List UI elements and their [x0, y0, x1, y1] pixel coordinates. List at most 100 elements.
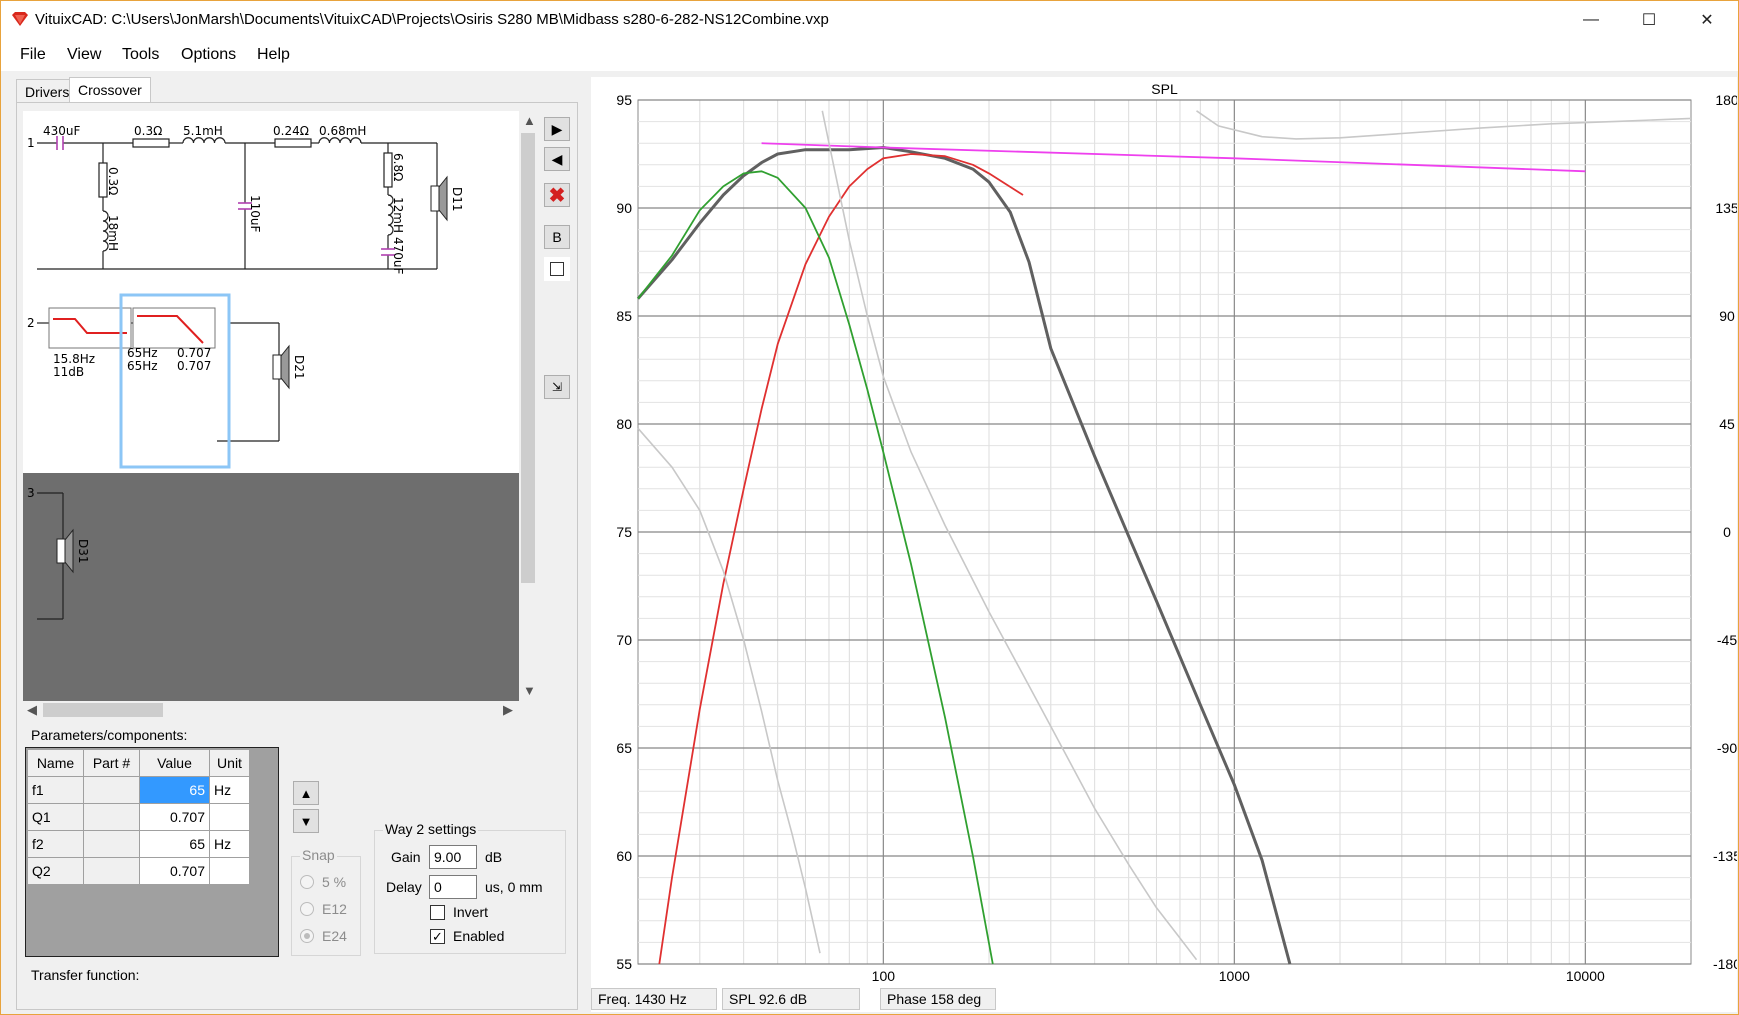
param-unit	[209, 803, 250, 831]
window-title: VituixCAD: C:\Users\JonMarsh\Documents\V…	[35, 11, 829, 28]
checkbox-icon	[550, 262, 564, 276]
y2-tick-label: 180	[1715, 92, 1737, 108]
way1-r1-label: 0.3Ω	[134, 124, 162, 138]
way3-disabled-region	[23, 473, 519, 701]
param-part[interactable]	[83, 776, 140, 804]
snap-option-5pct[interactable]: 5 %	[300, 874, 346, 890]
way1-number: 1	[27, 136, 35, 150]
value-down-button[interactable]: ▼	[293, 809, 319, 833]
y-tick-label: 55	[616, 956, 632, 972]
column-header-name: Name	[27, 749, 84, 777]
param-value[interactable]: 0.707	[139, 857, 210, 885]
param-value[interactable]: 65	[139, 776, 210, 804]
column-header-unit: Unit	[209, 749, 250, 777]
invert-checkbox[interactable]	[430, 905, 445, 920]
way2-hp-f2: 65Hz	[127, 359, 158, 373]
param-part[interactable]	[83, 803, 140, 831]
x-tick-label: 1000	[1219, 968, 1250, 983]
scrollbar-thumb[interactable]	[43, 703, 163, 717]
value-up-button[interactable]: ▲	[293, 781, 319, 805]
table-row[interactable]: f2 65 Hz	[27, 830, 250, 858]
scroll-down-icon[interactable]: ▼	[523, 683, 536, 698]
menu-options[interactable]: Options	[181, 46, 236, 64]
parameters-table-container: Name Part # Value Unit f1 65 Hz Q1 0.707	[25, 747, 279, 957]
way2-driver-label: D21	[292, 355, 306, 380]
way1-shunt-l-label: 18mH	[106, 215, 120, 251]
schematic-vertical-scrollbar[interactable]: ▲ ▼	[519, 111, 537, 701]
y2-tick-label: 0	[1723, 524, 1731, 540]
param-value[interactable]: 65	[139, 830, 210, 858]
schematic-canvas[interactable]: 1 430uF 0.3Ω 5.1mH 0.24Ω 0.68mH 0.3Ω 18m…	[23, 111, 519, 701]
way2-hp-q1: 0.707	[177, 346, 211, 360]
fit-view-button[interactable]: ⇲	[544, 375, 570, 399]
way1-inductors	[102, 137, 394, 252]
param-unit: Hz	[209, 776, 250, 804]
spl-chart-panel[interactable]: 95 90 85 80 75 70 65 60 55 180 135 90 45 0 -45 -90 -135 -…	[591, 77, 1737, 1012]
y2-tick-label: 45	[1719, 416, 1735, 432]
status-phase: Phase 158 deg	[880, 988, 996, 1010]
enabled-label: Enabled	[453, 928, 505, 944]
way1-c1-label: 430uF	[43, 124, 81, 138]
param-name: f1	[27, 776, 84, 804]
column-header-part: Part #	[83, 749, 140, 777]
y2-tick-label: -180	[1713, 956, 1737, 972]
app-logo-icon	[12, 12, 28, 26]
app-window: VituixCAD: C:\Users\JonMarsh\Documents\V…	[0, 0, 1739, 1015]
way1-l1-label: 5.1mH	[183, 124, 223, 138]
maximize-icon: ☐	[1641, 12, 1657, 29]
table-row[interactable]: Q1 0.707	[27, 803, 250, 831]
menu-view[interactable]: View	[67, 46, 101, 64]
menu-file[interactable]: File	[20, 46, 46, 64]
move-left-button[interactable]: ◀	[544, 147, 570, 171]
chart-title: SPL	[1151, 81, 1178, 97]
status-freq: Freq. 1430 Hz	[591, 988, 717, 1010]
y2-tick-label: -90	[1717, 740, 1737, 756]
param-name: Q1	[27, 803, 84, 831]
table-row[interactable]: Q2 0.707	[27, 857, 250, 885]
b-button[interactable]: B	[544, 225, 570, 249]
scroll-right-icon[interactable]: ▶	[503, 702, 513, 718]
arrow-right-icon: ▶	[551, 120, 563, 137]
scrollbar-thumb[interactable]	[521, 133, 535, 583]
arrow-left-icon: ◀	[551, 150, 563, 167]
delay-input[interactable]	[429, 875, 477, 899]
menu-tools[interactable]: Tools	[122, 46, 159, 64]
snap-option-e12[interactable]: E12	[300, 901, 347, 917]
y-tick-label: 90	[616, 200, 632, 216]
delete-button[interactable]: ✖	[544, 183, 570, 207]
snap-option-label: E12	[322, 901, 347, 917]
menu-help[interactable]: Help	[257, 46, 290, 64]
param-part[interactable]	[83, 830, 140, 858]
gain-unit: dB	[485, 849, 503, 865]
delay-unit: us, 0 mm	[485, 879, 543, 895]
maximize-button[interactable]: ☐	[1620, 1, 1678, 39]
enabled-checkbox[interactable]: ✓	[430, 929, 445, 944]
spl-chart[interactable]: 95 90 85 80 75 70 65 60 55 180 135 90 45 0 -45 -90 -135 -…	[591, 77, 1737, 983]
parameters-table: Name Part # Value Unit f1 65 Hz Q1 0.707	[27, 749, 250, 885]
gain-input[interactable]	[429, 845, 477, 869]
schematic-horizontal-scrollbar[interactable]: ◀ ▶	[23, 701, 519, 719]
x-tick-label: 10000	[1566, 968, 1605, 983]
title-bar: VituixCAD: C:\Users\JonMarsh\Documents\V…	[1, 1, 1738, 39]
scroll-left-icon[interactable]: ◀	[27, 702, 37, 718]
tab-crossover[interactable]: Crossover	[69, 77, 151, 103]
way2-eq-block[interactable]	[48, 307, 132, 349]
way2-highpass-block[interactable]	[132, 307, 216, 349]
way1-shunt-r-label: 0.3Ω	[106, 167, 120, 195]
way1-driver-label: D11	[450, 187, 464, 212]
snap-option-e24[interactable]: E24	[300, 928, 347, 944]
close-button[interactable]: ✕	[1678, 1, 1736, 39]
table-row[interactable]: f1 65 Hz	[27, 776, 250, 804]
snap-label: Snap	[300, 847, 337, 863]
minimize-button[interactable]: —	[1562, 1, 1620, 39]
toggle-checkbox[interactable]	[544, 257, 570, 281]
scroll-up-icon[interactable]: ▲	[523, 113, 536, 128]
y2-tick-label: -135	[1713, 848, 1737, 864]
y2-tick-label: 135	[1715, 200, 1737, 216]
param-part[interactable]	[83, 857, 140, 885]
way3-number: 3	[27, 486, 35, 500]
move-right-button[interactable]: ▶	[544, 117, 570, 141]
way1-circuit	[37, 138, 438, 270]
param-value[interactable]: 0.707	[139, 803, 210, 831]
y-tick-label: 70	[616, 632, 632, 648]
